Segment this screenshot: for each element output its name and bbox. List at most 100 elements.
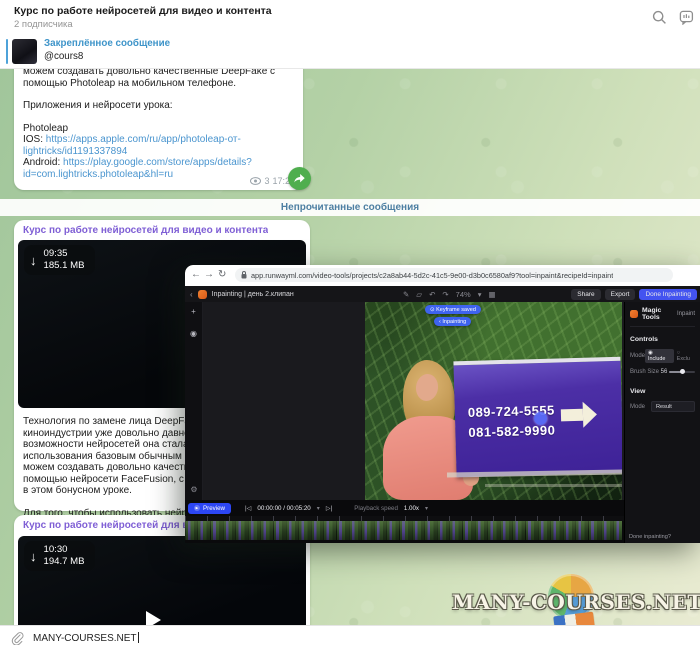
skip-start-icon[interactable]: |◁ xyxy=(245,505,251,512)
composer-input[interactable]: MANY-COURSES.NET xyxy=(33,632,139,644)
composer-text: MANY-COURSES.NET xyxy=(33,633,137,644)
runway-browser-screenshot: ← → ↻ app.runwayml.com/video-tools/proje… xyxy=(185,265,700,543)
timeline-filmstrip[interactable] xyxy=(185,521,622,540)
search-icon[interactable] xyxy=(652,10,667,25)
share-arrow-icon xyxy=(293,172,306,185)
left-tool-strip: + ◉ ⚙ xyxy=(185,302,203,500)
browser-toolbar: ← → ↻ app.runwayml.com/video-tools/proje… xyxy=(185,265,700,286)
android-app-link[interactable]: id=com.lightricks.photoleap&hl=ru xyxy=(23,169,173,180)
lock-icon xyxy=(241,271,247,279)
transport-bar: ▶ Preview |◁ 00:00:00 / 00:05:20 ▾ ▷| Pl… xyxy=(185,500,624,516)
video-frame[interactable]: 089-724-5555 081-582-9990 xyxy=(365,302,622,500)
url-text: app.runwayml.com/video-tools/projects/c2… xyxy=(251,271,613,280)
caret-icon: ▾ xyxy=(478,290,482,299)
download-icon: ↓ xyxy=(30,550,37,563)
view-mode-label: Mode xyxy=(630,404,645,410)
brush-size-value: 56 xyxy=(661,369,668,375)
pinned-message-bar[interactable]: Закреплённое сообщение @cours8 xyxy=(0,35,700,69)
unread-label: Непрочитанные сообщения xyxy=(281,202,419,213)
address-bar[interactable]: app.runwayml.com/video-tools/projects/c2… xyxy=(235,268,673,282)
settings-gear-icon[interactable]: ⚙ xyxy=(185,485,203,494)
channel-title: Курс по работе нейросетей для видео и ко… xyxy=(14,5,272,17)
android-app-link[interactable]: https://play.google.com/store/apps/detai… xyxy=(63,157,252,168)
undo-icon[interactable]: ↶ xyxy=(429,290,435,299)
controls-heading: Controls xyxy=(630,336,695,343)
toolbar-actions: Share Export Done Inpainting xyxy=(571,289,697,300)
playback-speed-value[interactable]: 1.00x xyxy=(404,505,419,512)
export-button[interactable]: Export xyxy=(605,289,636,300)
message-line: Приложения и нейросети урока: xyxy=(23,100,294,112)
runway-logo-icon xyxy=(198,290,207,299)
done-inpainting-button[interactable]: Done Inpainting xyxy=(639,289,697,300)
forward-button[interactable] xyxy=(288,167,311,190)
timecode: 00:00:00 / 00:05:20 xyxy=(257,505,310,512)
play-icon: ▶ xyxy=(194,505,200,511)
message-composer[interactable]: MANY-COURSES.NET xyxy=(0,625,700,650)
magic-tools-panel: Magic Tools Inpaint Controls Mode ◉ Incl… xyxy=(624,302,700,543)
video-size: 185.1 MB xyxy=(44,260,85,271)
views-count: 3 xyxy=(264,176,269,186)
toast-keyframe-saved: ⊙ Keyframe saved xyxy=(425,305,481,314)
pinned-label: Закреплённое сообщение xyxy=(44,38,170,49)
view-mode-select[interactable]: Result xyxy=(651,401,695,412)
zoom-level[interactable]: 74% xyxy=(456,290,471,299)
phone-number-2: 081-582-9990 xyxy=(468,423,555,440)
mode-include-option[interactable]: ◉ Include xyxy=(645,349,674,363)
browser-reload-icon[interactable]: ↻ xyxy=(218,269,226,280)
pinned-username: @cours8 xyxy=(44,51,83,62)
brush-size-slider[interactable] xyxy=(669,371,695,374)
download-pill[interactable]: ↓ 10:30 194.7 MB xyxy=(24,541,95,571)
panel-tab-inpaint[interactable]: Inpaint xyxy=(677,311,695,317)
message-line: Photoleap xyxy=(23,123,294,135)
back-icon[interactable]: ‹ xyxy=(190,290,193,299)
telegram-window: Курс по работе нейросетей для видео и ко… xyxy=(0,0,700,650)
view-heading: View xyxy=(630,388,695,395)
views-eye-icon xyxy=(250,177,261,185)
railing xyxy=(485,484,622,487)
browser-back-icon[interactable]: ← xyxy=(191,269,201,280)
brush-tool-icon[interactable]: ✎ xyxy=(403,290,409,299)
grid-icon[interactable]: ▦ xyxy=(488,290,495,299)
android-label: Android: xyxy=(23,157,63,168)
mode-exclude-option[interactable]: ○ Exclu xyxy=(676,349,695,363)
caret-icon[interactable]: ▾ xyxy=(317,505,320,512)
video-size: 194.7 MB xyxy=(44,556,85,567)
ios-app-link[interactable]: https://apps.apple.com/ru/app/photoleap-… xyxy=(46,134,241,145)
unread-messages-divider: Непрочитанные сообщения xyxy=(0,199,700,216)
magic-tools-icon xyxy=(630,310,638,318)
download-icon: ↓ xyxy=(30,254,37,267)
eraser-tool-icon[interactable]: ▱ xyxy=(416,290,422,299)
pinned-accent-line xyxy=(6,39,8,64)
chat-header: Курс по работе нейросетей для видео и ко… xyxy=(0,0,700,36)
add-layer-icon[interactable]: + xyxy=(191,308,196,316)
share-button[interactable]: Share xyxy=(571,289,600,300)
text-cursor xyxy=(138,632,139,643)
message-bubble-photoleap: можем создавать довольно качественные De… xyxy=(14,61,303,190)
download-pill[interactable]: ↓ 09:35 185.1 MB xyxy=(24,245,95,275)
video-duration: 09:35 xyxy=(44,248,68,259)
editor-canvas[interactable]: 089-724-5555 081-582-9990 ⊙ Keyframe sav… xyxy=(203,302,624,500)
canvas-tools: ✎ ▱ ↶ ↷ 74% ▾ ▦ xyxy=(403,290,496,299)
panel-title: Magic Tools xyxy=(642,307,673,321)
skip-end-icon[interactable]: ▷| xyxy=(326,505,332,512)
watermark-text: MANY-COURSES.NET xyxy=(452,590,698,614)
discussion-icon[interactable] xyxy=(679,10,694,25)
browser-forward-icon[interactable]: → xyxy=(204,269,214,280)
done-inpainting-question[interactable]: Done inpainting? xyxy=(629,534,671,540)
ios-app-link[interactable]: lightricks/id1191337894 xyxy=(23,146,127,157)
purple-sign: 089-724-5555 081-582-9990 xyxy=(453,357,622,478)
preview-button[interactable]: ▶ Preview xyxy=(188,503,231,514)
subscriber-count: 2 подписчика xyxy=(14,19,73,30)
ios-label: IOS: xyxy=(23,134,46,145)
playback-speed-label: Playback speed xyxy=(354,505,398,512)
attach-paperclip-icon[interactable] xyxy=(10,631,24,645)
video-duration: 10:30 xyxy=(44,544,68,555)
project-name[interactable]: Inpainting | день 2.клипан xyxy=(212,291,294,298)
pinned-thumbnail xyxy=(12,39,37,64)
visibility-icon[interactable]: ◉ xyxy=(190,330,197,338)
channel-name-label[interactable]: Курс по работе нейросетей для видео и ко… xyxy=(23,225,268,236)
mode-label: Mode xyxy=(630,353,645,359)
redo-icon[interactable]: ↷ xyxy=(442,290,448,299)
toast-inpainting: ‹ Inpainting xyxy=(434,317,471,326)
caret-icon: ▾ xyxy=(425,505,428,512)
